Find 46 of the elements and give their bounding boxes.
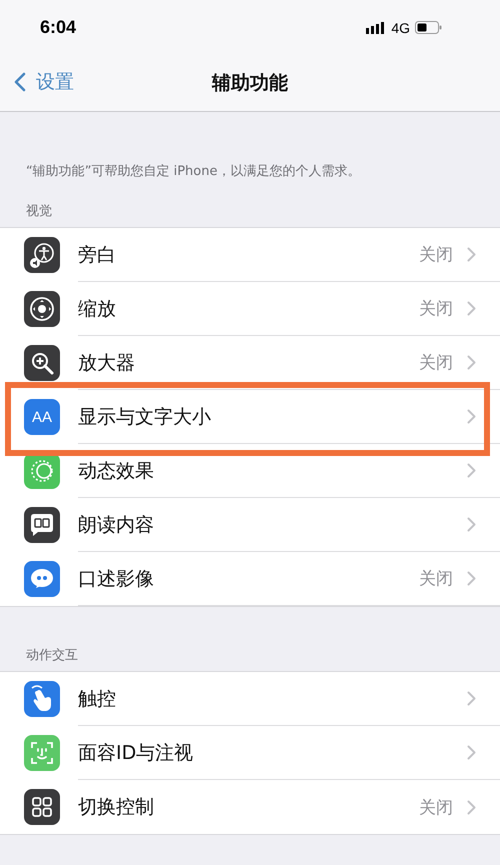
- settings-row[interactable]: 放大器 关闭: [0, 336, 500, 390]
- settings-row[interactable]: AA 显示与文字大小: [0, 390, 500, 444]
- back-button[interactable]: 设置: [14, 69, 74, 95]
- row-label: 旁白: [78, 242, 117, 268]
- row-value: 关闭: [419, 796, 453, 818]
- chevron-icon: [467, 517, 476, 532]
- settings-row[interactable]: 口述影像 关闭: [0, 552, 500, 606]
- settings-row[interactable]: 朗读内容: [0, 498, 500, 552]
- chevron-icon: [467, 301, 476, 316]
- row-value: 关闭: [419, 352, 453, 374]
- settings-row[interactable]: 触控: [0, 672, 500, 726]
- network-type: 4G: [391, 20, 410, 36]
- clock-time: 6:04: [40, 17, 76, 38]
- chevron-icon: [467, 247, 476, 262]
- chevron-icon: [467, 355, 476, 370]
- chevron-icon: [467, 800, 476, 814]
- section-header: 视觉: [25, 203, 53, 221]
- settings-row[interactable]: 缩放 关闭: [0, 282, 500, 336]
- back-chevron-icon: [14, 72, 26, 92]
- settings-row[interactable]: 动态效果: [0, 444, 500, 498]
- row-value: 关闭: [419, 244, 453, 266]
- chevron-icon: [467, 745, 476, 760]
- row-value: 关闭: [419, 298, 453, 320]
- settings-row[interactable]: 面容ID与注视: [0, 726, 500, 780]
- row-label: 面容ID与注视: [78, 740, 194, 766]
- row-label: 显示与文字大小: [78, 404, 212, 430]
- signal-icon: [366, 22, 386, 34]
- row-label: 放大器: [78, 350, 136, 376]
- row-label: 朗读内容: [78, 512, 155, 538]
- section-header: 动作交互: [25, 647, 79, 665]
- chevron-icon: [467, 409, 476, 424]
- row-label: 触控: [78, 686, 117, 712]
- row-label: 缩放: [78, 296, 117, 322]
- row-label: 切换控制: [78, 795, 155, 820]
- page-title: 辅助功能: [212, 71, 288, 96]
- description-text: “辅助功能”可帮助您自定 iPhone，以满足您的个人需求。: [25, 163, 362, 181]
- row-value: 关闭: [419, 568, 453, 590]
- chevron-icon: [467, 463, 476, 478]
- chevron-icon: [467, 571, 476, 586]
- settings-row[interactable]: 切换控制 关闭: [0, 780, 500, 834]
- text-size-icon: AA: [24, 399, 60, 435]
- row-label: 动态效果: [78, 458, 155, 484]
- chevron-icon: [467, 691, 476, 706]
- settings-row[interactable]: 旁白 关闭: [0, 228, 500, 282]
- battery-icon: [415, 21, 442, 34]
- row-label: 口述影像: [78, 566, 155, 592]
